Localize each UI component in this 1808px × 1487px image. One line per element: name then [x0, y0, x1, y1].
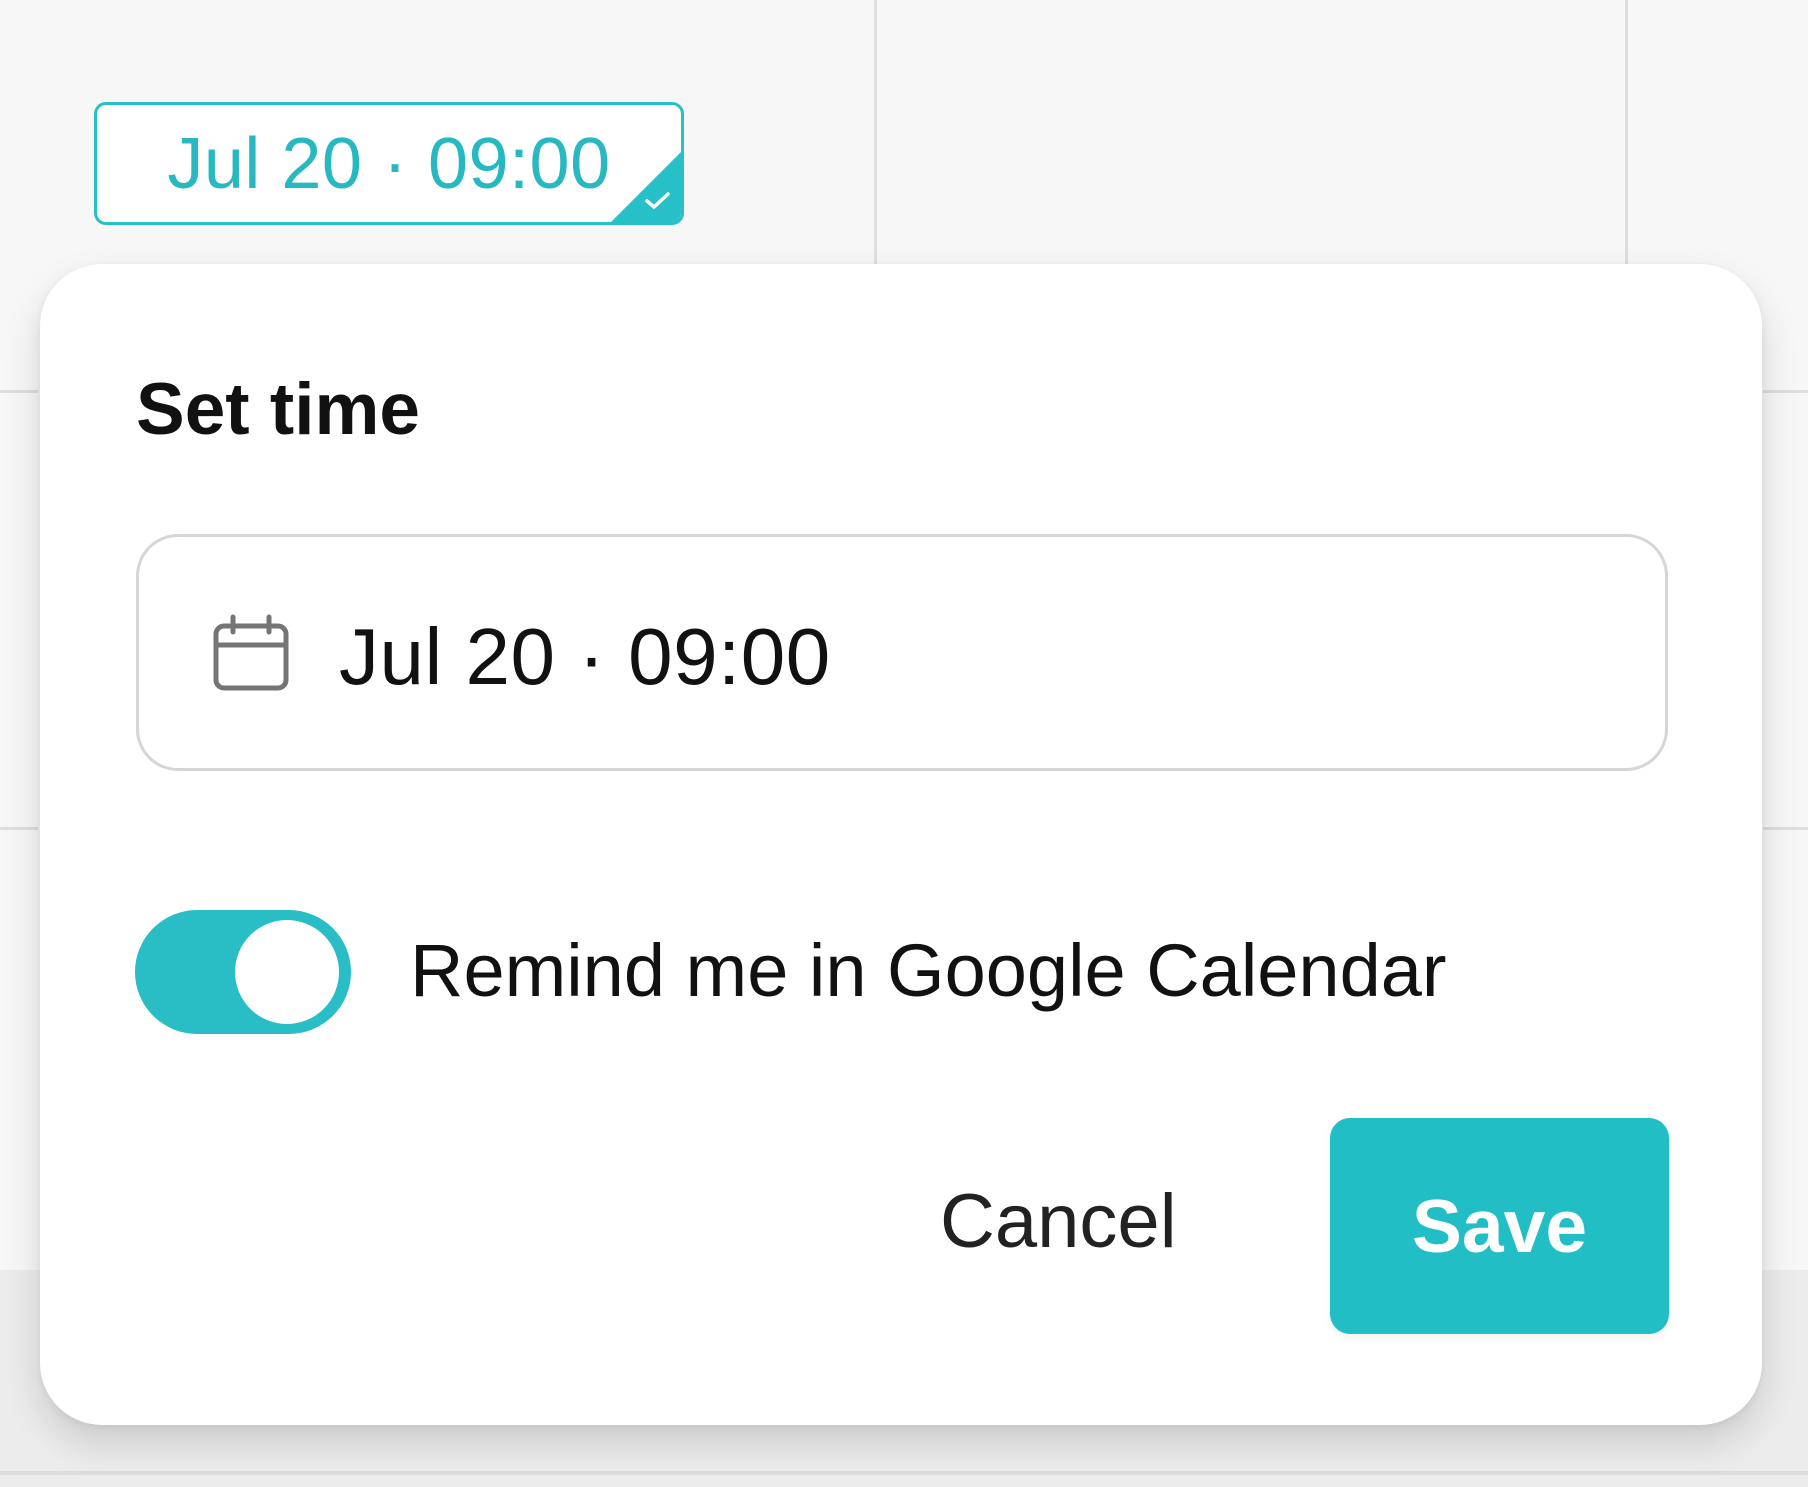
scheduled-time-chip[interactable]: Jul 20 · 09:00 [94, 102, 684, 225]
date-time-field[interactable]: Jul 20 · 09:00 [136, 534, 1668, 771]
cancel-button[interactable]: Cancel [940, 1184, 1177, 1260]
grid-line [1625, 0, 1628, 270]
save-button[interactable]: Save [1330, 1118, 1669, 1334]
grid-line [1763, 827, 1808, 830]
date-time-value: Jul 20 · 09:00 [339, 612, 831, 701]
grid-line [0, 390, 38, 393]
google-calendar-reminder-label: Remind me in Google Calendar [410, 929, 1447, 1012]
check-icon [645, 192, 670, 209]
grid-line [874, 0, 877, 270]
calendar-bottom-line [0, 1471, 1808, 1475]
set-time-dialog: Set time Jul 20 · 09:00 Remind me in Goo… [40, 264, 1762, 1425]
grid-line [0, 827, 38, 830]
scheduled-time-text: Jul 20 · 09:00 [167, 123, 611, 204]
grid-line [1763, 390, 1808, 393]
toggle-knob [235, 920, 339, 1024]
google-calendar-reminder-toggle[interactable] [135, 910, 351, 1034]
dialog-title: Set time [136, 369, 420, 450]
calendar-icon [213, 614, 289, 691]
